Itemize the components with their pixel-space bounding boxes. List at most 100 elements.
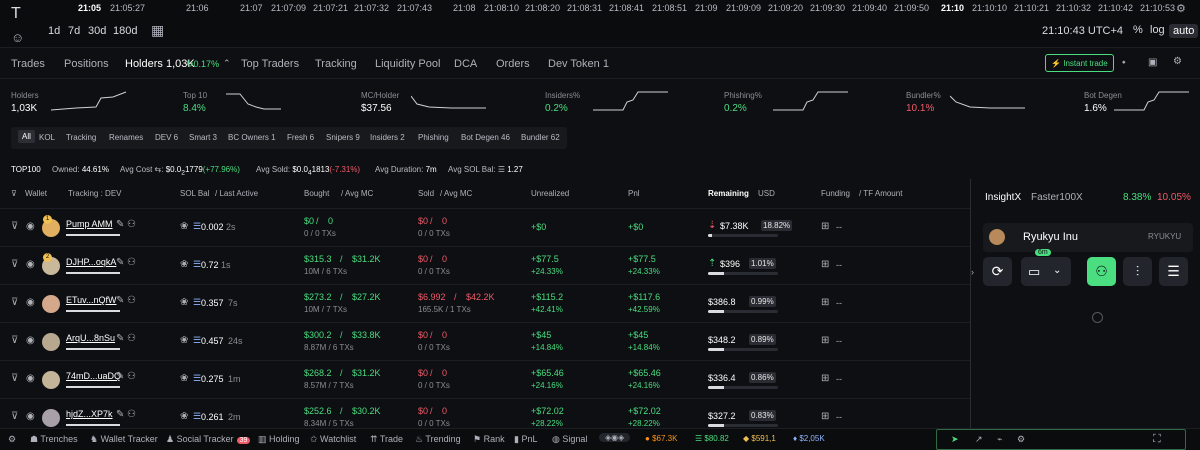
settings-gear-icon[interactable]: ⚙	[1176, 2, 1186, 15]
header-funding[interactable]: Funding	[821, 189, 850, 198]
eye-icon[interactable]: ◉	[26, 411, 35, 422]
filter-icon[interactable]: ⊽	[11, 297, 18, 308]
header-usd[interactable]: USD	[758, 189, 775, 198]
trend-icon[interactable]: ↗	[975, 434, 983, 445]
filter-icon[interactable]: ⊽	[11, 221, 18, 232]
eye-icon[interactable]: ◉	[26, 221, 35, 232]
instant-trade-button[interactable]: ⚡ Instant trade	[1045, 54, 1114, 72]
wallet-name[interactable]: Pump AMM	[66, 219, 113, 229]
token-card[interactable]: Ryukyu Inu RYUKYU	[983, 223, 1193, 252]
edit-icon[interactable]: ✎	[116, 257, 124, 268]
wallet-filter-icon[interactable]: ⊽	[11, 189, 17, 198]
filter-tracking[interactable]: Tracking	[66, 133, 96, 142]
wallet-name[interactable]: 74mD...uaDQ	[66, 371, 121, 381]
funding-icon[interactable]: ⊞	[821, 221, 829, 232]
table-row[interactable]: ⊽ ◉ ArqU...8nSu ✎ ⚇ ❀ ☰ 0.457 24s $300.2 / $33.8K…	[0, 322, 970, 360]
percent-scale-button[interactable]: %	[1133, 24, 1143, 36]
tab-liquidity-pool[interactable]: Liquidity Pool	[375, 58, 440, 70]
auto-scale-button[interactable]: auto	[1169, 24, 1199, 38]
filter-icon[interactable]: ⊽	[11, 259, 18, 270]
collapse-handle-icon[interactable]: ›	[971, 267, 974, 277]
funding-icon[interactable]: ⊞	[821, 411, 829, 422]
filter-dev-6[interactable]: DEV 6	[155, 133, 178, 142]
funding-icon[interactable]: ⊞	[821, 373, 829, 384]
filter-icon[interactable]: ⊽	[11, 411, 18, 422]
filter-bundler-62[interactable]: Bundler 62	[521, 133, 560, 142]
tab-faster100x[interactable]: Faster100X	[1031, 192, 1083, 203]
header-remaining[interactable]: Remaining	[708, 189, 749, 198]
timeframe-7d[interactable]: 7d	[68, 25, 80, 37]
header-unrealized[interactable]: Unrealized	[531, 189, 569, 198]
eye-icon[interactable]: ◉	[26, 259, 35, 270]
header-tf-amount[interactable]: / TF Amount	[859, 189, 902, 198]
timeframe-30d[interactable]: 30d	[88, 25, 106, 37]
share-icon[interactable]: ⬩	[1122, 57, 1126, 68]
wallet-name[interactable]: DJHP...oqkA	[66, 257, 116, 267]
expand-icon[interactable]: ⛶	[1153, 433, 1161, 446]
filter-icon[interactable]: ⊽	[11, 373, 18, 384]
table-row[interactable]: ⊽ ◉ 1 Pump AMM ✎ ⚇ ❀ ☰ 0.002 2s $0 / 00 / 0 TXs $0 …	[0, 208, 970, 246]
wallet-name[interactable]: ArqU...8nSu	[66, 333, 115, 343]
tab-trades[interactable]: Trades	[11, 58, 45, 70]
table-row[interactable]: ⊽ ◉ 2 DJHP...oqkA ✎ ⚇ ❀ ☰ 0.72 1s $315.3 / $31.2K 1…	[0, 246, 970, 284]
pointer-icon[interactable]: ➤	[951, 434, 959, 445]
table-row[interactable]: ⊽ ◉ ETuv...nQfW ✎ ⚇ ❀ ☰ 0.357 7s $273.2 / $27.2K 1…	[0, 284, 970, 322]
tab-tracking[interactable]: Tracking	[315, 58, 357, 70]
mini-gear-icon[interactable]: ⚙	[1017, 434, 1025, 445]
panel-toggle-icon[interactable]: ▣	[1148, 57, 1157, 68]
edit-icon[interactable]: ✎	[116, 333, 124, 344]
tab-insightx[interactable]: InsightX	[985, 192, 1021, 203]
wallet-name[interactable]: ETuv...nQfW	[66, 295, 117, 305]
insight-view-button[interactable]: ⚇	[1087, 257, 1116, 286]
edit-icon[interactable]: ✎	[116, 371, 124, 382]
funding-icon[interactable]: ⊞	[821, 259, 829, 270]
tab-top-traders[interactable]: Top Traders	[241, 58, 299, 70]
header-wallet[interactable]: Wallet	[25, 189, 47, 198]
nav-wallet-tracker[interactable]: ♞ Wallet Tracker	[90, 434, 158, 445]
footer-settings-icon[interactable]: ⚙	[8, 434, 16, 445]
table-row[interactable]: ⊽ ◉ 74mD...uaDQ ✎ ⚇ ❀ ☰ 0.275 1m $268.2 / $31.2K 8…	[0, 360, 970, 398]
eye-icon[interactable]: ◉	[26, 297, 35, 308]
tab-positions[interactable]: Positions	[64, 58, 109, 70]
filter-smart-3[interactable]: Smart 3	[189, 133, 217, 142]
edit-icon[interactable]: ✎	[116, 409, 124, 420]
filter-renames[interactable]: Renames	[109, 133, 143, 142]
nav-trade[interactable]: ⇈ Trade	[370, 434, 403, 445]
nav-rank[interactable]: ⚑ Rank	[473, 434, 505, 445]
filter-fresh-6[interactable]: Fresh 6	[287, 133, 314, 142]
eye-icon[interactable]: ◉	[26, 373, 35, 384]
nav-trending[interactable]: ♨ Trending	[415, 434, 461, 445]
tab-dev-token[interactable]: Dev Token 1	[548, 58, 609, 70]
edit-icon[interactable]: ✎	[116, 295, 124, 306]
line-tool-icon[interactable]: ⌁	[997, 434, 1002, 445]
nav-pnl[interactable]: ▮ PnL	[514, 434, 537, 445]
tab-orders[interactable]: Orders	[496, 58, 530, 70]
header-pnl[interactable]: Pnl	[628, 189, 640, 198]
filter-snipers-9[interactable]: Snipers 9	[326, 133, 360, 142]
edit-icon[interactable]: ✎	[116, 219, 124, 230]
nav-watchlist[interactable]: ✩ Watchlist	[310, 434, 356, 445]
filter-sliders-button[interactable]: ⫶	[1123, 257, 1152, 286]
chevron-up-icon[interactable]: ⌃	[223, 58, 231, 69]
filter-bc-owners-1[interactable]: BC Owners 1	[228, 133, 276, 142]
header-sol-bal[interactable]: SOL Bal	[180, 189, 210, 198]
refresh-button[interactable]: ⟳	[983, 257, 1012, 286]
filter-insiders-2[interactable]: Insiders 2	[370, 133, 405, 142]
text-tool-icon[interactable]: T	[11, 5, 21, 23]
eye-icon[interactable]: ◉	[26, 335, 35, 346]
timeframe-dropdown[interactable]: ▭ ⌄ 6m	[1021, 249, 1071, 286]
list-view-button[interactable]: ☰	[1159, 257, 1188, 286]
timeframe-1d[interactable]: 1d	[48, 25, 60, 37]
tab-dca[interactable]: DCA	[454, 58, 477, 70]
header-last-active[interactable]: / Last Active	[215, 189, 258, 198]
filter-phishing[interactable]: Phishing	[418, 133, 449, 142]
nav-trenches[interactable]: ☗ Trenches	[30, 434, 78, 445]
filter-all[interactable]: All	[18, 130, 35, 143]
filter-icon[interactable]: ⊽	[11, 335, 18, 346]
filter-bot-degen-46[interactable]: Bot Degen 46	[461, 133, 510, 142]
tab-holders[interactable]: Holders 1,03K	[125, 58, 195, 70]
funding-icon[interactable]: ⊞	[821, 335, 829, 346]
timeframe-180d[interactable]: 180d	[113, 25, 137, 37]
emoji-icon[interactable]: ☺	[11, 30, 24, 45]
header-bought[interactable]: Bought	[304, 189, 329, 198]
